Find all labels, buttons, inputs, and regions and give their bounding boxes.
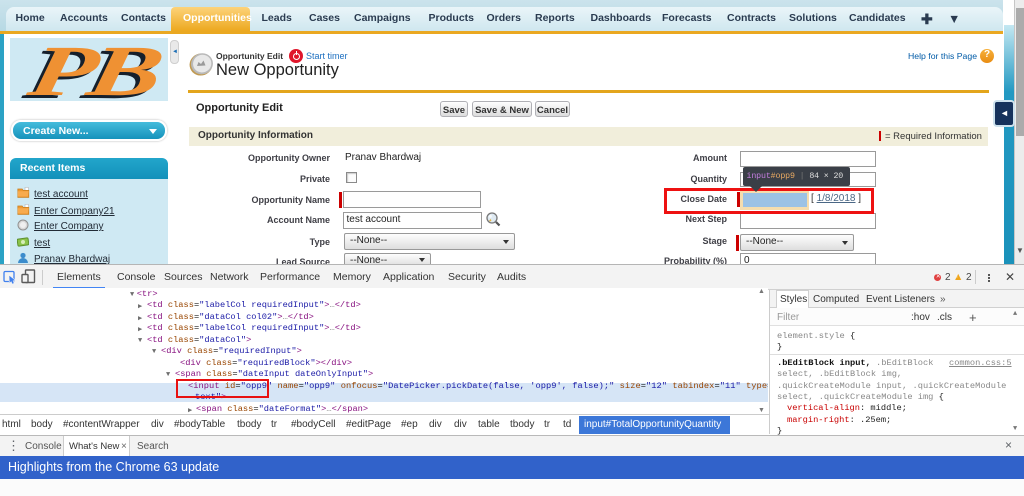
svg-text:PB: PB: [21, 38, 167, 101]
